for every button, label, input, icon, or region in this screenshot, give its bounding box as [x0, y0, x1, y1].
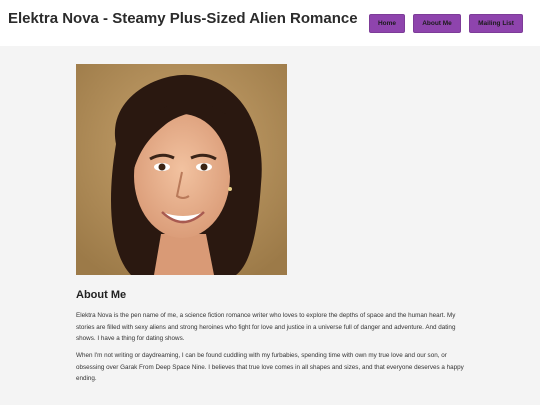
author-photo [76, 64, 287, 275]
about-paragraph: When I'm not writing or daydreaming, I c… [76, 352, 464, 382]
author-portrait-icon [76, 64, 287, 275]
site-header: Elektra Nova - Steamy Plus-Sized Alien R… [0, 0, 540, 46]
about-heading: About Me [76, 289, 127, 301]
about-paragraph: Elektra Nova is the pen name of me, a sc… [76, 312, 456, 342]
site-title: Elektra Nova - Steamy Plus-Sized Alien R… [8, 10, 358, 27]
nav-home-button[interactable]: Home [369, 14, 405, 33]
nav-about-button[interactable]: About Me [413, 14, 461, 33]
nav-mailing-list-button[interactable]: Mailing List [469, 14, 523, 33]
